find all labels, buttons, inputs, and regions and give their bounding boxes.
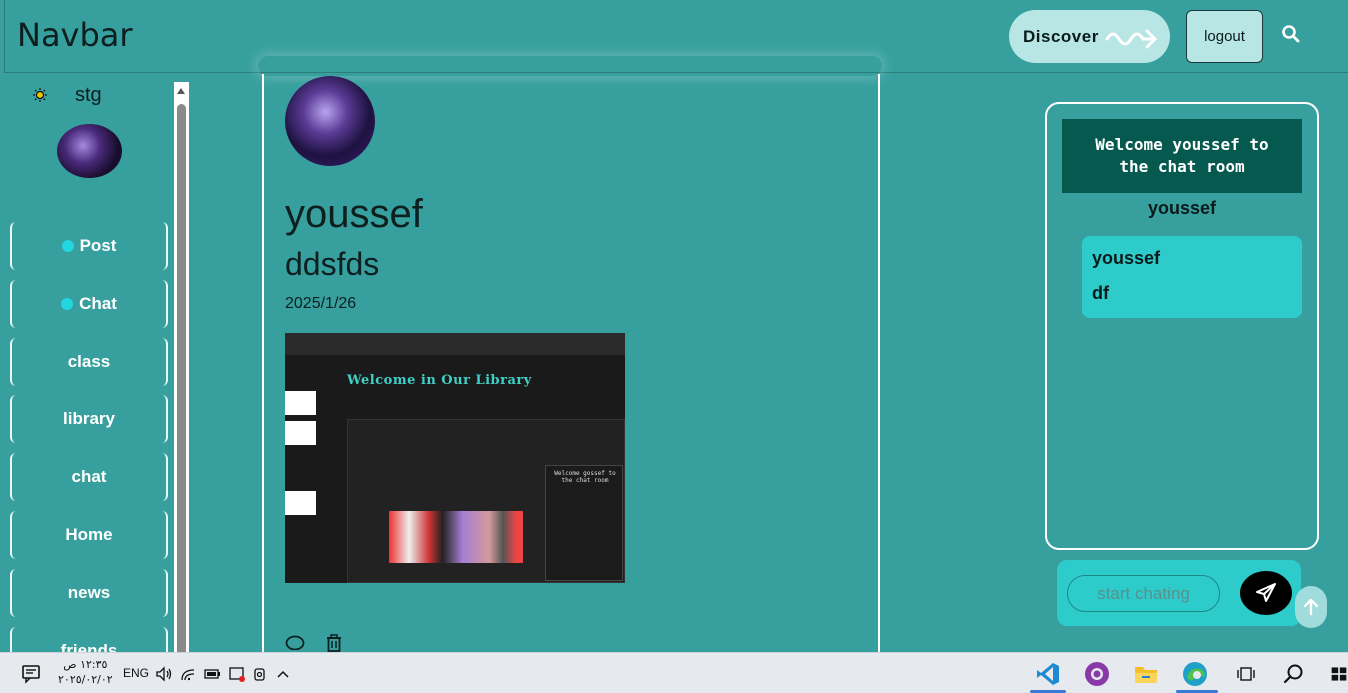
plus-circle-icon xyxy=(61,240,74,252)
clock-time: ١٢:٣٥ ص xyxy=(63,658,108,671)
chevron-up-icon[interactable] xyxy=(276,661,290,687)
sidebar-item-home[interactable]: Home xyxy=(10,511,168,559)
navbar-brand[interactable]: Navbar xyxy=(17,16,133,54)
post-actions xyxy=(285,634,343,652)
post-card-shadow xyxy=(258,56,882,76)
volume-icon[interactable] xyxy=(155,661,173,687)
task-view-icon[interactable] xyxy=(1233,661,1259,687)
logout-button[interactable]: logout xyxy=(1186,10,1263,63)
battery-icon[interactable] xyxy=(203,661,221,687)
chat-message: youssef df xyxy=(1082,236,1302,318)
chat-panel: Welcome youssef to the chat room youssef… xyxy=(1045,102,1319,550)
sidebar-item-label: chat xyxy=(71,467,107,486)
sidebar-item-label: library xyxy=(63,409,115,428)
chat-compose xyxy=(1057,560,1301,626)
arrow-up-icon xyxy=(1303,598,1319,616)
trash-icon[interactable] xyxy=(325,634,343,652)
github-desktop-icon[interactable] xyxy=(1082,661,1112,687)
scroll-up-arrow-icon[interactable] xyxy=(177,88,185,94)
sidebar-item-post[interactable]: Post xyxy=(10,222,168,270)
image-chat-preview: Welcome gossef to the chat room xyxy=(545,465,623,581)
sidebar-avatar[interactable] xyxy=(57,124,122,178)
sidebar-item-label: Chat xyxy=(79,294,117,313)
clock-date: ٢٠٢٥/٠٢/٠٢ xyxy=(58,673,113,686)
scroll-to-top-button[interactable] xyxy=(1295,586,1327,628)
chat-input[interactable] xyxy=(1067,575,1220,612)
post-card: youssef ddsfds 2025/1/26 Welcome in Our … xyxy=(262,74,880,652)
sidebar-item-label: Post xyxy=(79,236,117,255)
sidebar-item-label: news xyxy=(67,583,111,602)
image-chat-text: Welcome gossef to the chat room xyxy=(554,470,616,484)
notification-icon[interactable] xyxy=(20,661,42,687)
post-date: 2025/1/26 xyxy=(285,295,357,312)
wifi-icon[interactable] xyxy=(180,661,196,687)
image-block xyxy=(285,491,316,515)
sidebar-item-label: friends xyxy=(60,641,118,652)
send-button[interactable] xyxy=(1240,571,1292,615)
send-icon xyxy=(1256,583,1276,602)
taskbar-clock[interactable]: ١٢:٣٥ ص ٢٠٢٥/٠٢/٠٢ xyxy=(58,657,113,687)
sidebar-item-library[interactable]: library xyxy=(10,395,168,443)
post-username: youssef xyxy=(285,192,423,236)
os-taskbar: ١٢:٣٥ ص ٢٠٢٥/٠٢/٠٢ ENG xyxy=(0,652,1348,693)
image-browser-bar xyxy=(285,333,625,355)
image-block xyxy=(285,391,316,415)
meet-icon[interactable] xyxy=(252,661,268,687)
discover-button[interactable]: Discover xyxy=(1009,10,1170,63)
message-sender: youssef xyxy=(1092,248,1161,268)
sidebar-item-class[interactable]: class xyxy=(10,338,168,386)
language-indicator[interactable]: ENG xyxy=(123,666,149,680)
sidebar-item-friends[interactable]: friends xyxy=(10,627,168,652)
sidebar-username: stg xyxy=(75,84,102,106)
discover-label: Discover xyxy=(1023,26,1099,46)
post-title: ddsfds xyxy=(285,246,380,282)
message-text: df xyxy=(1092,283,1109,303)
post-image[interactable]: Welcome in Our Library Welcome gossef to… xyxy=(285,333,625,583)
sidebar: stg Post Chat class library chat Home ne… xyxy=(4,74,174,652)
camera-privacy-icon[interactable] xyxy=(228,661,246,687)
sidebar-scrollbar[interactable] xyxy=(174,82,189,664)
theme-toggle-icon[interactable] xyxy=(33,88,47,102)
vscode-icon[interactable] xyxy=(1032,661,1064,687)
comment-icon[interactable] xyxy=(285,634,305,650)
sidebar-item-label: Home xyxy=(65,525,113,544)
sidebar-item-chat[interactable]: Chat xyxy=(10,280,168,328)
image-block xyxy=(285,421,316,445)
edge-browser-icon[interactable] xyxy=(1180,661,1210,687)
taskbar-search-icon[interactable] xyxy=(1280,661,1308,687)
image-heading: Welcome in Our Library xyxy=(347,373,532,388)
image-gallery xyxy=(389,511,523,563)
post-avatar[interactable] xyxy=(285,76,375,166)
file-explorer-icon[interactable] xyxy=(1131,661,1161,687)
scrollbar-thumb[interactable] xyxy=(177,104,186,664)
search-icon[interactable] xyxy=(1281,24,1305,48)
chat-bubble-icon xyxy=(61,298,74,310)
sidebar-item-label: class xyxy=(67,352,111,371)
chat-welcome-banner: Welcome youssef to the chat room xyxy=(1062,119,1302,193)
start-menu-icon[interactable] xyxy=(1330,661,1348,687)
sidebar-item-news[interactable]: news xyxy=(10,569,168,617)
squiggle-arrow-icon xyxy=(1105,29,1157,48)
chat-current-user: youssef xyxy=(1147,198,1217,218)
sidebar-item-chat-2[interactable]: chat xyxy=(10,453,168,501)
